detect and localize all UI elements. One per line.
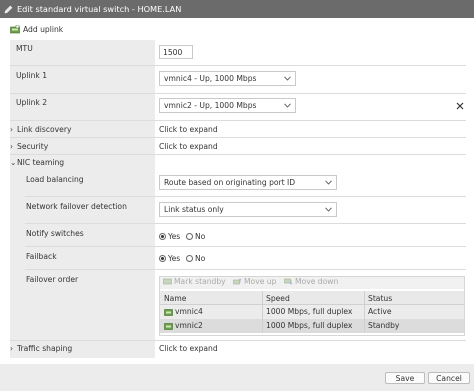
move-up-button[interactable]: Move up [233, 277, 276, 286]
mtu-input[interactable] [159, 45, 193, 59]
divider [10, 154, 466, 155]
row-1-status: Active [368, 307, 392, 316]
row-1-name: vmnic4 [175, 307, 203, 316]
move-down-icon [284, 278, 293, 285]
failback-yes-label: Yes [168, 254, 181, 263]
section-nic-teaming[interactable]: ⌄NIC teaming [10, 158, 64, 167]
uplink-2-label: Uplink 2 [16, 98, 48, 107]
nic-teaming-label: NIC teaming [17, 158, 65, 167]
chevron-down-icon [325, 180, 332, 185]
add-uplink-label: Add uplink [23, 25, 64, 34]
add-nic-icon [10, 25, 20, 34]
notify-switches-label: Notify switches [26, 229, 84, 238]
divider [25, 223, 466, 224]
failover-detection-label: Network failover detection [26, 202, 127, 211]
add-uplink-button[interactable]: Add uplink [10, 25, 63, 34]
notify-no-radio[interactable]: No [186, 232, 205, 241]
column-header-status[interactable]: Status [368, 294, 392, 303]
section-traffic-shaping[interactable]: › Traffic shaping [10, 344, 72, 353]
failback-label: Failback [26, 252, 57, 261]
failback-no-label: No [195, 254, 206, 263]
divider [25, 196, 466, 197]
nic-icon [164, 323, 173, 330]
section-security[interactable]: › Security [10, 142, 48, 151]
caret-right-icon: › [10, 142, 14, 151]
mtu-label: MTU [16, 44, 33, 53]
column-header-name[interactable]: Name [164, 294, 186, 303]
chevron-down-icon [284, 103, 291, 108]
mark-standby-label: Mark standby [174, 277, 226, 286]
load-balancing-label: Load balancing [26, 175, 84, 184]
title-bar: Edit standard virtual switch - HOME.LAN [0, 0, 474, 18]
radio-empty-icon [186, 233, 193, 240]
failover-detection-select[interactable]: Link status only [159, 202, 337, 217]
section-link-discovery[interactable]: › Link discovery [10, 125, 71, 134]
notify-no-label: No [195, 232, 206, 241]
mark-standby-button[interactable]: Mark standby [163, 277, 226, 286]
divider [10, 340, 466, 341]
caret-right-icon: › [10, 344, 14, 353]
radio-empty-icon [186, 255, 193, 262]
divider [25, 269, 466, 270]
load-balancing-select[interactable]: Route based on originating port ID [159, 175, 337, 190]
caret-down-icon: ⌄ [10, 158, 17, 167]
move-up-icon [233, 278, 242, 285]
move-down-label: Move down [295, 277, 339, 286]
divider [25, 246, 466, 247]
traffic-shaping-label: Traffic shaping [17, 344, 73, 353]
row-1-speed: 1000 Mbps, full duplex [266, 307, 353, 316]
load-balancing-value: Route based on originating port ID [164, 178, 296, 187]
radio-selected-icon [159, 233, 166, 240]
chevron-down-icon [284, 76, 291, 81]
label-panel [10, 40, 155, 358]
row-2-name: vmnic2 [175, 321, 203, 330]
column-header-speed[interactable]: Speed [266, 294, 290, 303]
failback-yes-radio[interactable]: Yes [159, 254, 180, 263]
divider [10, 65, 466, 66]
uplink-2-select[interactable]: vmnic2 - Up, 1000 Mbps [159, 98, 296, 113]
move-up-label: Move up [244, 277, 277, 286]
column-divider [262, 291, 263, 333]
radio-selected-icon [159, 255, 166, 262]
mark-standby-icon [163, 278, 172, 285]
move-down-button[interactable]: Move down [284, 277, 338, 286]
notify-yes-radio[interactable]: Yes [159, 232, 180, 241]
failback-no-radio[interactable]: No [186, 254, 205, 263]
remove-uplink-icon[interactable] [456, 102, 464, 110]
nic-icon [164, 309, 173, 316]
uplink-1-value: vmnic4 - Up, 1000 Mbps [164, 74, 257, 83]
window-title: Edit standard virtual switch - HOME.LAN [17, 4, 182, 14]
link-discovery-expand[interactable]: Click to expand [159, 125, 218, 134]
row-2-speed: 1000 Mbps, full duplex [266, 321, 353, 330]
chevron-down-icon [325, 207, 332, 212]
link-discovery-label: Link discovery [17, 125, 72, 134]
uplink-1-label: Uplink 1 [16, 71, 48, 80]
security-expand[interactable]: Click to expand [159, 142, 218, 151]
traffic-shaping-expand[interactable]: Click to expand [159, 344, 218, 353]
row-2-status: Standby [368, 321, 400, 330]
column-divider [364, 291, 365, 333]
notify-yes-label: Yes [168, 232, 181, 241]
caret-right-icon: › [10, 125, 14, 134]
cancel-button[interactable]: Cancel [428, 372, 470, 384]
divider [10, 120, 466, 121]
failover-detection-value: Link status only [164, 205, 224, 214]
failover-order-label: Failover order [26, 275, 79, 284]
save-button[interactable]: Save [385, 372, 425, 384]
pencil-icon [4, 5, 13, 13]
uplink-2-value: vmnic2 - Up, 1000 Mbps [164, 101, 257, 110]
failover-order-header [160, 291, 464, 305]
security-label: Security [17, 142, 49, 151]
uplink-1-select[interactable]: vmnic4 - Up, 1000 Mbps [159, 71, 296, 86]
divider [10, 137, 466, 138]
divider [10, 93, 466, 94]
